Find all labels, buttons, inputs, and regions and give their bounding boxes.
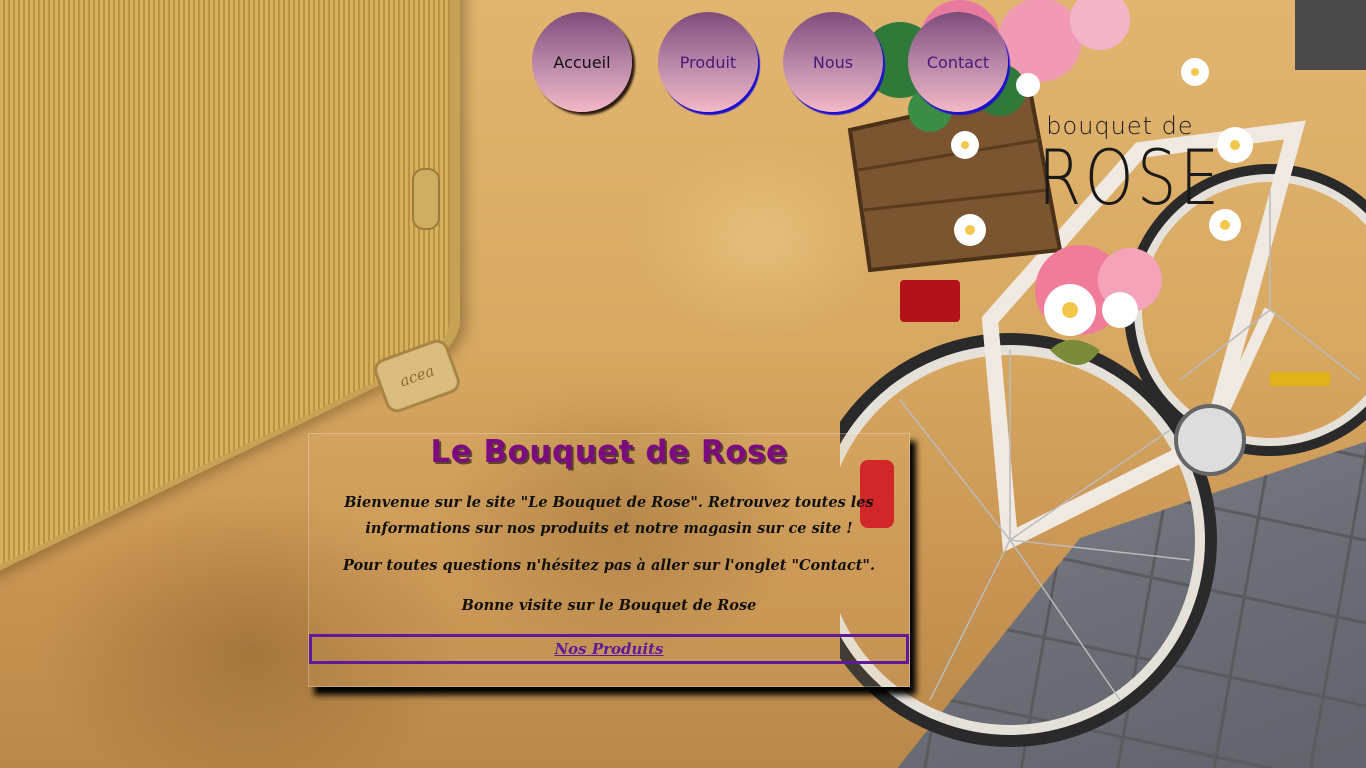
nav-contact-button[interactable]: Contact: [908, 12, 1008, 112]
nos-produits-link[interactable]: Nos Produits: [309, 634, 909, 664]
page-title: Le Bouquet de Rose: [430, 434, 788, 470]
logo-wordmark: ROSE: [1038, 133, 1223, 222]
nav-produit-button[interactable]: Produit: [658, 12, 758, 112]
rose-logo: bouquet de ROSE: [1020, 112, 1220, 242]
nav-accueil-button[interactable]: Accueil: [532, 12, 632, 112]
welcome-card: Le Bouquet de Rose Bienvenue sur le site…: [308, 433, 910, 687]
closing-paragraph: Bonne visite sur le Bouquet de Rose: [461, 597, 757, 614]
nav-nous-button[interactable]: Nous: [783, 12, 883, 112]
panel-latch: [412, 168, 440, 230]
welcome-paragraph: Bienvenue sur le site "Le Bouquet de Ros…: [344, 494, 874, 537]
plate-text: acea: [397, 361, 437, 391]
contact-hint-paragraph: Pour toutes questions n'hésitez pas à al…: [342, 557, 875, 574]
